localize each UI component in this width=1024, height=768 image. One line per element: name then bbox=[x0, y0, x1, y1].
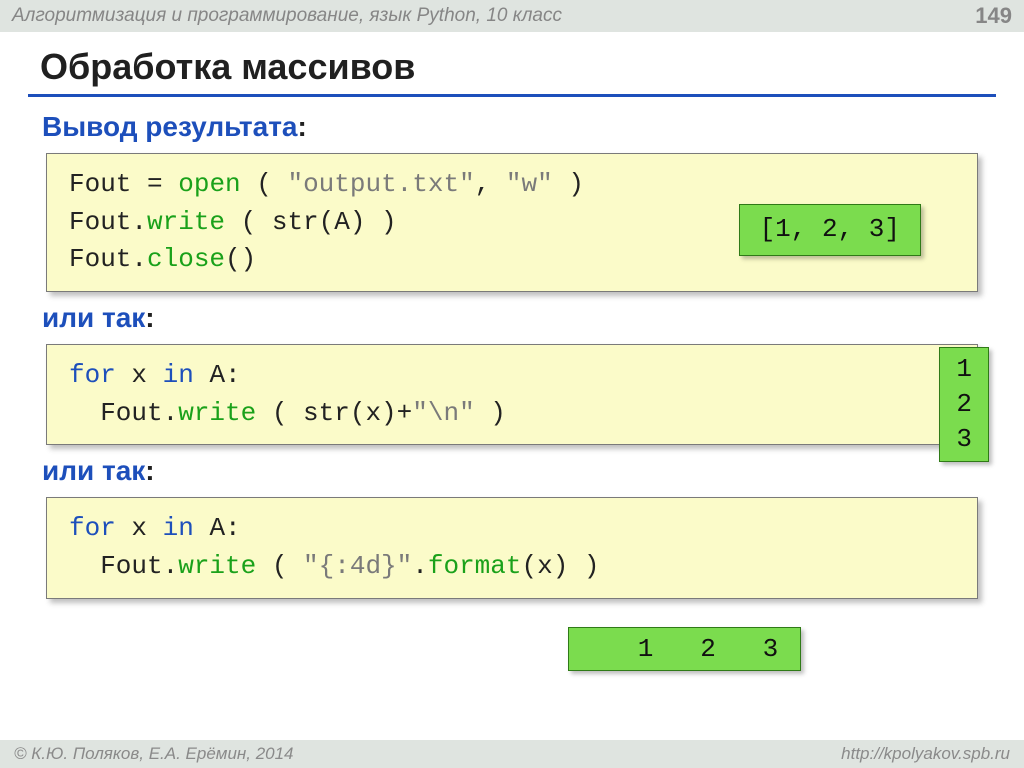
code-keyword: for bbox=[69, 513, 116, 543]
heading-colon: : bbox=[145, 455, 154, 486]
code-token: . bbox=[412, 551, 428, 581]
code-token: (x) ) bbox=[522, 551, 600, 581]
code-token: ( str(A) ) bbox=[225, 207, 397, 237]
code-keyword: in bbox=[163, 513, 194, 543]
code-block-2: for x in A: Fout.write ( str(x)+"\n" )1 … bbox=[46, 344, 978, 445]
heading-colon: : bbox=[145, 302, 154, 333]
code-token: Fout bbox=[69, 169, 131, 199]
code-token: x bbox=[116, 513, 163, 543]
heading-text: Вывод результата bbox=[42, 111, 297, 142]
slide-content: Обработка массивов Вывод результата: Fou… bbox=[0, 32, 1024, 671]
code-token: x bbox=[116, 360, 163, 390]
code-keyword: for bbox=[69, 360, 116, 390]
heading-text: или так bbox=[42, 455, 145, 486]
page-number: 149 bbox=[975, 3, 1012, 29]
breadcrumb: Алгоритмизация и программирование, язык … bbox=[12, 5, 562, 27]
footer-copyright: © К.Ю. Поляков, Е.А. Ерёмин, 2014 bbox=[14, 744, 294, 764]
code-string: "\n" bbox=[412, 398, 474, 428]
code-fn: write bbox=[147, 207, 225, 237]
code-fn: write bbox=[178, 398, 256, 428]
code-token: () bbox=[225, 244, 256, 274]
output-badge-1: [1, 2, 3] bbox=[739, 204, 921, 256]
code-token: Fout. bbox=[69, 244, 147, 274]
footer-url: http://kpolyakov.spb.ru bbox=[841, 744, 1010, 764]
output-badge-2: 1 2 3 bbox=[939, 347, 989, 462]
code-token: Fout. bbox=[69, 398, 178, 428]
page-title: Обработка массивов bbox=[28, 40, 996, 97]
code-token: ) bbox=[553, 169, 584, 199]
code-string: "w" bbox=[506, 169, 553, 199]
code-token: Fout. bbox=[69, 207, 147, 237]
code-block-3: for x in A: Fout.write ( "{:4d}".format(… bbox=[46, 497, 978, 598]
heading-text: или так bbox=[42, 302, 145, 333]
output-badge-3: 1 2 3 bbox=[568, 627, 801, 671]
footer-bar: © К.Ю. Поляков, Е.А. Ерёмин, 2014 http:/… bbox=[0, 740, 1024, 768]
header-bar: Алгоритмизация и программирование, язык … bbox=[0, 0, 1024, 32]
code-keyword: in bbox=[163, 360, 194, 390]
code-fn: format bbox=[428, 551, 522, 581]
section-heading-1: Вывод результата: bbox=[42, 111, 996, 143]
code-fn: write bbox=[178, 551, 256, 581]
code-token: = bbox=[131, 169, 178, 199]
code-string: "{:4d}" bbox=[303, 551, 412, 581]
code-token: Fout. bbox=[69, 551, 178, 581]
code-token: ( bbox=[256, 551, 303, 581]
code-fn: close bbox=[147, 244, 225, 274]
section-heading-2: или так: bbox=[42, 302, 996, 334]
code-token: A: bbox=[194, 360, 241, 390]
code-fn: open bbox=[178, 169, 240, 199]
code-token: , bbox=[475, 169, 506, 199]
code-block-1: Fout = open ( "output.txt", "w" ) Fout.w… bbox=[46, 153, 978, 292]
code-token: A: bbox=[194, 513, 241, 543]
code-token: ( str(x)+ bbox=[256, 398, 412, 428]
code-token: ( bbox=[241, 169, 288, 199]
section-heading-3: или так: bbox=[42, 455, 996, 487]
heading-colon: : bbox=[297, 111, 306, 142]
code-token: ) bbox=[475, 398, 506, 428]
code-string: "output.txt" bbox=[287, 169, 474, 199]
